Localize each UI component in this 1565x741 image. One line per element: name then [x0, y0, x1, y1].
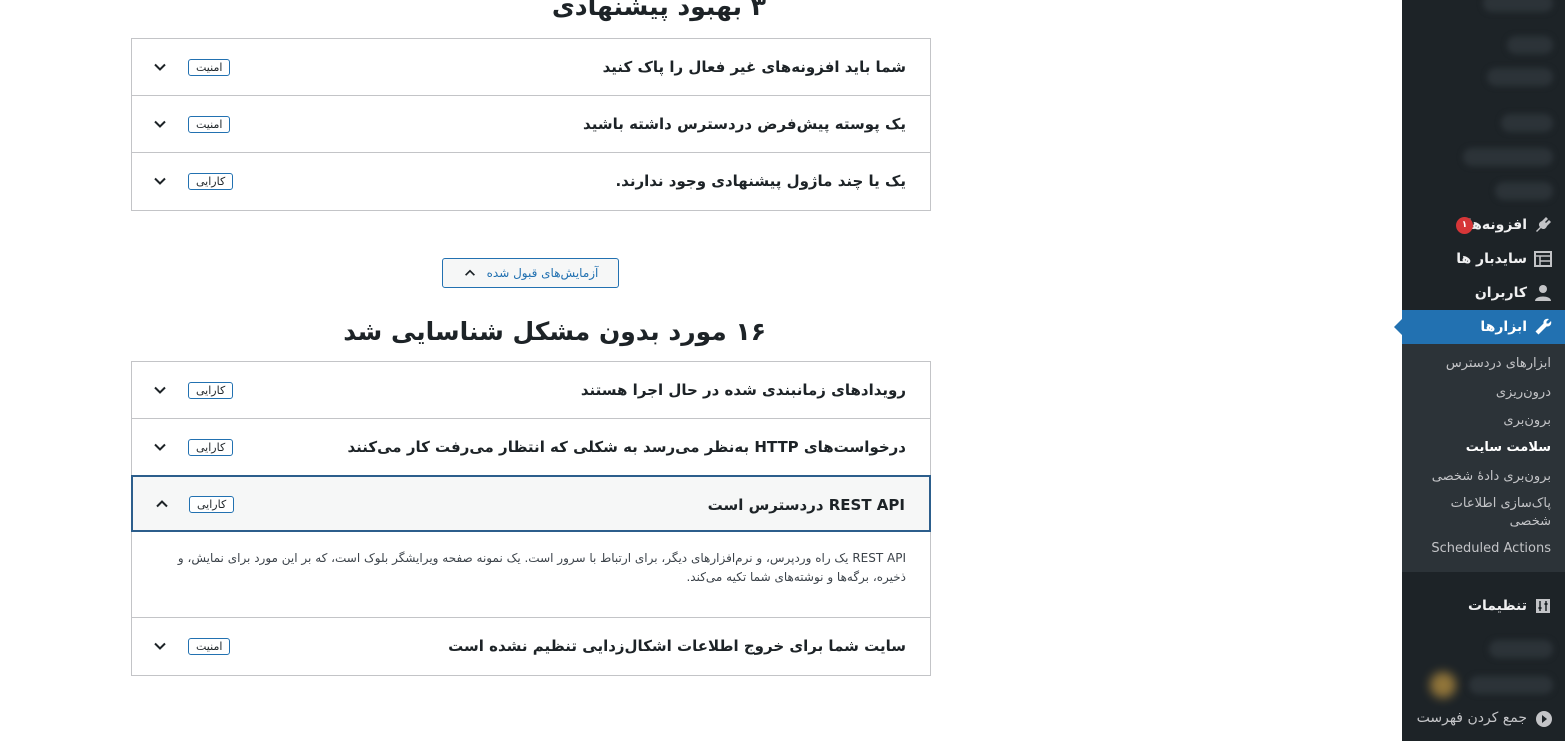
- plugin-icon: [1536, 217, 1551, 232]
- category-badge: امنیت: [188, 59, 231, 76]
- sidebar-item-label: کاربران: [1474, 285, 1527, 301]
- blurred-menu-item: [1507, 36, 1553, 54]
- sidebar-item-label: تنظیمات: [1467, 598, 1527, 614]
- passed-tests-toggle-label: آزمایش‌های قبول شده: [486, 266, 599, 280]
- tools-submenu: ابزارهای دردسترس درون‌ریزی برون‌بری سلام…: [1402, 344, 1565, 572]
- passed-label: رویدادهای زمانبندی شده در حال اجرا هستند: [580, 381, 906, 399]
- sidebar-item-plugins[interactable]: افزونه‌ها ۱: [1402, 208, 1565, 242]
- category-badge: امنیت: [188, 638, 231, 655]
- passed-row[interactable]: رویدادهای زمانبندی شده در حال اجرا هستند…: [132, 362, 930, 419]
- sidebar-item-tools[interactable]: ابزارها: [1394, 310, 1565, 344]
- submenu-item-site-health[interactable]: سلامت سایت: [1466, 439, 1551, 457]
- chevron-down-icon: [154, 120, 166, 128]
- passed-label: درخواست‌های HTTP به‌نظر می‌رسد به شکلی ک…: [347, 438, 907, 456]
- issue-label: شما باید افزونه‌های غیر فعال را پاک کنید: [602, 58, 906, 76]
- collapse-menu-button[interactable]: جمع کردن فهرست: [1402, 706, 1565, 736]
- recommended-improvements-title: ۳ بهبود پیشنهادی: [551, 0, 766, 21]
- plugin-update-count-badge: ۱: [1456, 217, 1473, 234]
- blurred-menu-item: [1487, 68, 1553, 86]
- blurred-menu-item: [1495, 182, 1553, 200]
- passed-label: سایت شما برای خروج اطلاعات اشکال‌زدایی ت…: [448, 637, 906, 655]
- wrench-icon: [1535, 318, 1552, 335]
- issue-label: یک یا چند ماژول پیشنهادی وجود ندارند.: [615, 172, 906, 190]
- chevron-up-icon: [464, 269, 475, 276]
- sidebar-item-label: افزونه‌ها: [1466, 217, 1527, 233]
- blurred-plugin-icon: [1430, 672, 1456, 698]
- recommended-accordion: شما باید افزونه‌های غیر فعال را پاک کنید…: [131, 38, 931, 211]
- widgets-icon: [1534, 251, 1552, 267]
- chevron-down-icon: [154, 386, 166, 394]
- passed-tests-title: ۱۶ مورد بدون مشکل شناسایی شد: [343, 317, 766, 346]
- passed-description: REST API یک راه وردپرس، و نرم‌افزارهای د…: [177, 551, 906, 584]
- collapse-menu-label: جمع کردن فهرست: [1416, 710, 1527, 726]
- passed-row[interactable]: سایت شما برای خروج اطلاعات اشکال‌زدایی ت…: [132, 618, 930, 675]
- sidebar-item-label: سایدبار ها: [1456, 251, 1527, 267]
- submenu-item-export[interactable]: برون‌بری: [1503, 412, 1551, 430]
- passed-accordion: رویدادهای زمانبندی شده در حال اجرا هستند…: [131, 361, 931, 676]
- passed-tests-toggle-button[interactable]: آزمایش‌های قبول شده: [442, 258, 619, 288]
- category-badge: امنیت: [188, 116, 231, 133]
- collapse-arrow-icon: [1536, 711, 1552, 727]
- submenu-item-erase-personal-data[interactable]: پاک‌سازی اطلاعات شخصی: [1441, 495, 1551, 531]
- submenu-item-scheduled-actions[interactable]: Scheduled Actions: [1431, 540, 1551, 558]
- site-health-page: ۳ بهبود پیشنهادی شما باید افزونه‌های غیر…: [0, 0, 1565, 741]
- category-badge: کارایی: [188, 439, 234, 456]
- sidebar-item-users[interactable]: کاربران: [1402, 276, 1565, 310]
- issue-label: یک پوسته پیش‌فرض دردسترس داشته باشید: [583, 115, 906, 133]
- main-content: ۳ بهبود پیشنهادی شما باید افزونه‌های غیر…: [0, 0, 1400, 741]
- issue-row[interactable]: یک یا چند ماژول پیشنهادی وجود ندارند. کا…: [132, 153, 930, 210]
- category-badge: کارایی: [188, 382, 234, 399]
- passed-row[interactable]: درخواست‌های HTTP به‌نظر می‌رسد به شکلی ک…: [132, 419, 930, 476]
- settings-sliders-icon: [1536, 599, 1550, 613]
- chevron-down-icon: [154, 63, 166, 71]
- blurred-menu-item: [1483, 0, 1553, 12]
- category-badge: کارایی: [188, 173, 234, 190]
- chevron-down-icon: [154, 177, 166, 185]
- chevron-up-icon: [156, 500, 168, 508]
- passed-description-panel: REST API یک راه وردپرس، و نرم‌افزارهای د…: [132, 532, 930, 618]
- issue-row[interactable]: یک پوسته پیش‌فرض دردسترس داشته باشید امن…: [132, 96, 930, 153]
- admin-sidebar: افزونه‌ها ۱ سایدبار ها کاربران ابزارها ا…: [1394, 0, 1565, 741]
- blurred-menu-item: [1463, 148, 1553, 166]
- passed-label: REST API دردسترس است: [707, 496, 905, 514]
- submenu-item-export-personal-data[interactable]: برون‌بری دادهٔ شخصی: [1432, 468, 1551, 486]
- category-badge: کارایی: [189, 496, 235, 513]
- blurred-menu-item: [1489, 640, 1553, 658]
- blurred-menu-item: [1469, 676, 1553, 694]
- user-icon: [1535, 285, 1551, 301]
- chevron-down-icon: [154, 443, 166, 451]
- submenu-item-import[interactable]: درون‌ریزی: [1496, 384, 1551, 402]
- sidebar-item-widgets[interactable]: سایدبار ها: [1402, 242, 1565, 276]
- submenu-item-available-tools[interactable]: ابزارهای دردسترس: [1446, 355, 1551, 373]
- blurred-menu-item: [1501, 114, 1553, 132]
- chevron-down-icon: [154, 642, 166, 650]
- sidebar-item-label: ابزارها: [1480, 319, 1527, 335]
- issue-row[interactable]: شما باید افزونه‌های غیر فعال را پاک کنید…: [132, 39, 930, 96]
- sidebar-item-settings[interactable]: تنظیمات: [1402, 589, 1565, 623]
- passed-row-expanded[interactable]: REST API دردسترس است کارایی: [131, 475, 931, 532]
